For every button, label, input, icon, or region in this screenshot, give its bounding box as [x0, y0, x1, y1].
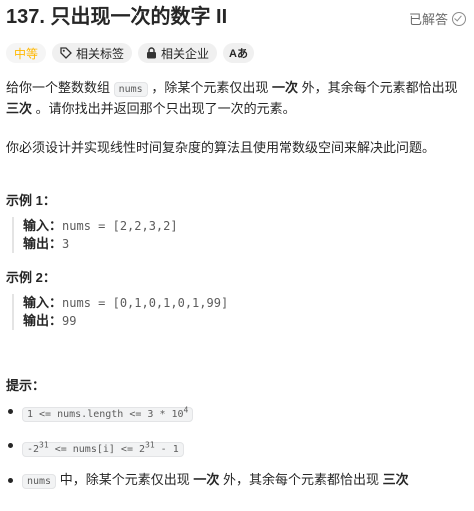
topics-tag-label: 相关标签: [76, 46, 125, 61]
lock-icon: [147, 47, 157, 59]
input-value: nums = [0,1,0,1,0,1,99]: [62, 296, 229, 310]
constraint-sup: 31: [145, 440, 155, 450]
constraint-text: 1 <= nums.length <= 3 * 10: [27, 409, 184, 421]
solved-status: 已解答: [409, 9, 466, 28]
example-2-block: 输入：nums = [0,1,0,1,0,1,99] 输出：99: [12, 294, 323, 330]
desc-text: 给你一个整数数组: [6, 80, 114, 95]
tag-icon: [60, 47, 72, 59]
font-settings-button[interactable]: Aあ: [223, 43, 254, 63]
companies-tag-label: 相关企业: [161, 46, 210, 61]
constraints-list: 1 <= nums.length <= 3 * 104 -231 <= nums…: [6, 401, 466, 502]
constraint-item: 1 <= nums.length <= 3 * 104: [6, 401, 466, 425]
example-2-output: 输出：99: [23, 312, 323, 330]
constraint-bold: 一次: [193, 471, 220, 487]
example-1-heading: 示例 1：: [6, 193, 56, 208]
companies-tag-button[interactable]: 相关企业: [138, 43, 218, 63]
output-label: 输出：: [23, 313, 63, 328]
desc-bold-three: 三次: [6, 101, 33, 116]
inline-code-nums: nums: [113, 82, 148, 97]
desc-text: ，除某个元素仅出现: [147, 80, 272, 95]
input-label: 输入：: [23, 295, 63, 310]
problem-title[interactable]: 137. 只出现一次的数字 II: [6, 5, 227, 29]
description-paragraph-1: 给你一个整数数组 nums ，除某个元素仅出现 一次 外，其余每个元素都恰出现 …: [6, 78, 466, 118]
check-circle-icon: [452, 11, 466, 26]
desc-text: 。请你找出并返回那个只出现了一次的元素。: [32, 101, 296, 116]
constraint-1-code: 1 <= nums.length <= 3 * 104: [22, 406, 194, 423]
desc-text: 外，其余每个元素都恰出现: [297, 80, 458, 95]
description-paragraph-2: 你必须设计并实现线性时间复杂度的算法且使用常数级空间来解决此问题。: [6, 140, 436, 155]
solved-label: 已解答: [408, 12, 448, 27]
constraint-3-code: nums: [22, 473, 57, 489]
constraint-text: - 1: [154, 443, 179, 455]
output-value: 3: [62, 237, 70, 251]
output-label: 输出：: [23, 236, 63, 251]
title-row: 137. 只出现一次的数字 II 已解答: [6, 5, 468, 31]
example-1-input: 输入：nums = [2,2,3,2]: [23, 217, 323, 235]
topics-tag-button[interactable]: 相关标签: [52, 43, 133, 63]
constraint-sup: 4: [183, 406, 189, 415]
difficulty-badge: 中等: [6, 43, 47, 63]
constraint-2-code: -231 <= nums[i] <= 231 - 1: [22, 440, 184, 457]
example-1-block: 输入：nums = [2,2,3,2] 输出：3: [12, 217, 323, 253]
constraint-bold: 三次: [382, 471, 409, 487]
constraints-heading: 提示：: [6, 378, 46, 393]
constraint-item: -231 <= nums[i] <= 231 - 1: [6, 435, 466, 459]
constraint-text: 中，除某个元素仅出现: [56, 471, 194, 487]
example-1-output: 输出：3: [23, 235, 323, 253]
example-2-heading: 示例 2：: [6, 270, 56, 285]
constraint-text: <= nums[i] <= 2: [48, 443, 146, 455]
tag-bar: 中等 相关标签 相关企业 Aあ: [6, 43, 254, 63]
desc-bold-once: 一次: [271, 80, 298, 95]
problem-description: 给你一个整数数组 nums ，除某个元素仅出现 一次 外，其余每个元素都恰出现 …: [6, 78, 466, 157]
example-2-input: 输入：nums = [0,1,0,1,0,1,99]: [23, 294, 323, 312]
input-value: nums = [2,2,3,2]: [62, 219, 178, 233]
output-value: 99: [62, 314, 77, 328]
constraint-text: -2: [27, 443, 40, 455]
constraint-sup: 31: [39, 440, 49, 450]
constraint-item: nums 中，除某个元素仅出现 一次 外，其余每个元素都恰出现 三次: [6, 470, 466, 492]
constraint-text: 外，其余每个元素都恰出现: [219, 471, 383, 487]
input-label: 输入：: [23, 218, 63, 233]
problem-description-panel: 137. 只出现一次的数字 II 已解答 中等 相关标签 相关企业 Aあ 给你一…: [0, 0, 474, 511]
